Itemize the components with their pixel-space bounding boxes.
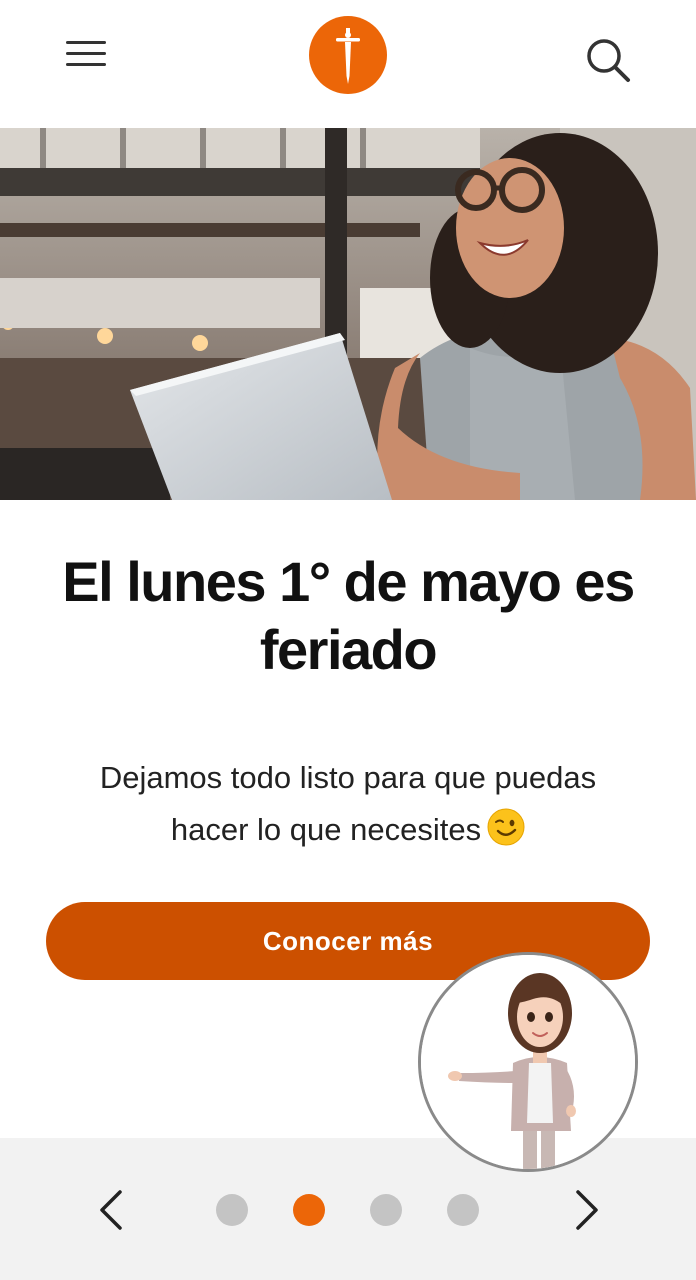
assistant-avatar-icon <box>421 955 635 1169</box>
chevron-left-icon <box>100 1190 122 1230</box>
virtual-assistant-button[interactable] <box>418 952 638 1172</box>
carousel-dot-4[interactable] <box>447 1194 479 1226</box>
carousel-dot-3[interactable] <box>370 1194 402 1226</box>
hamburger-menu-icon <box>66 41 106 66</box>
hero-banner-image <box>0 128 696 500</box>
menu-button[interactable] <box>60 34 112 74</box>
search-icon <box>587 39 630 82</box>
winking-face-emoji-icon <box>487 808 525 846</box>
carousel-dot-1[interactable] <box>216 1194 248 1226</box>
brand-logo[interactable] <box>309 16 387 94</box>
carousel-dot-2[interactable] <box>293 1194 325 1226</box>
chevron-right-icon <box>576 1190 598 1230</box>
search-button[interactable] <box>584 36 632 84</box>
top-header <box>0 0 696 128</box>
carousel-next-button[interactable] <box>566 1186 606 1234</box>
page-title: El lunes 1° de mayo es feriado <box>62 550 635 681</box>
page-subtitle: Dejamos todo listo para que puedas hacer… <box>60 752 636 856</box>
sword-logo-icon <box>336 28 360 84</box>
carousel-prev-button[interactable] <box>92 1186 132 1234</box>
carousel-navigation <box>0 1138 696 1280</box>
